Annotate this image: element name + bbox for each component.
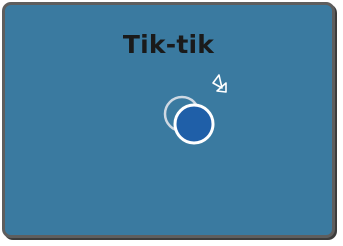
card-title: Tik-tik bbox=[122, 30, 215, 59]
tap-spark-upper bbox=[212, 74, 223, 89]
tap-circle bbox=[173, 103, 215, 145]
tik-tik-card: Tik-tik bbox=[2, 2, 335, 238]
tap-icon bbox=[163, 74, 227, 145]
